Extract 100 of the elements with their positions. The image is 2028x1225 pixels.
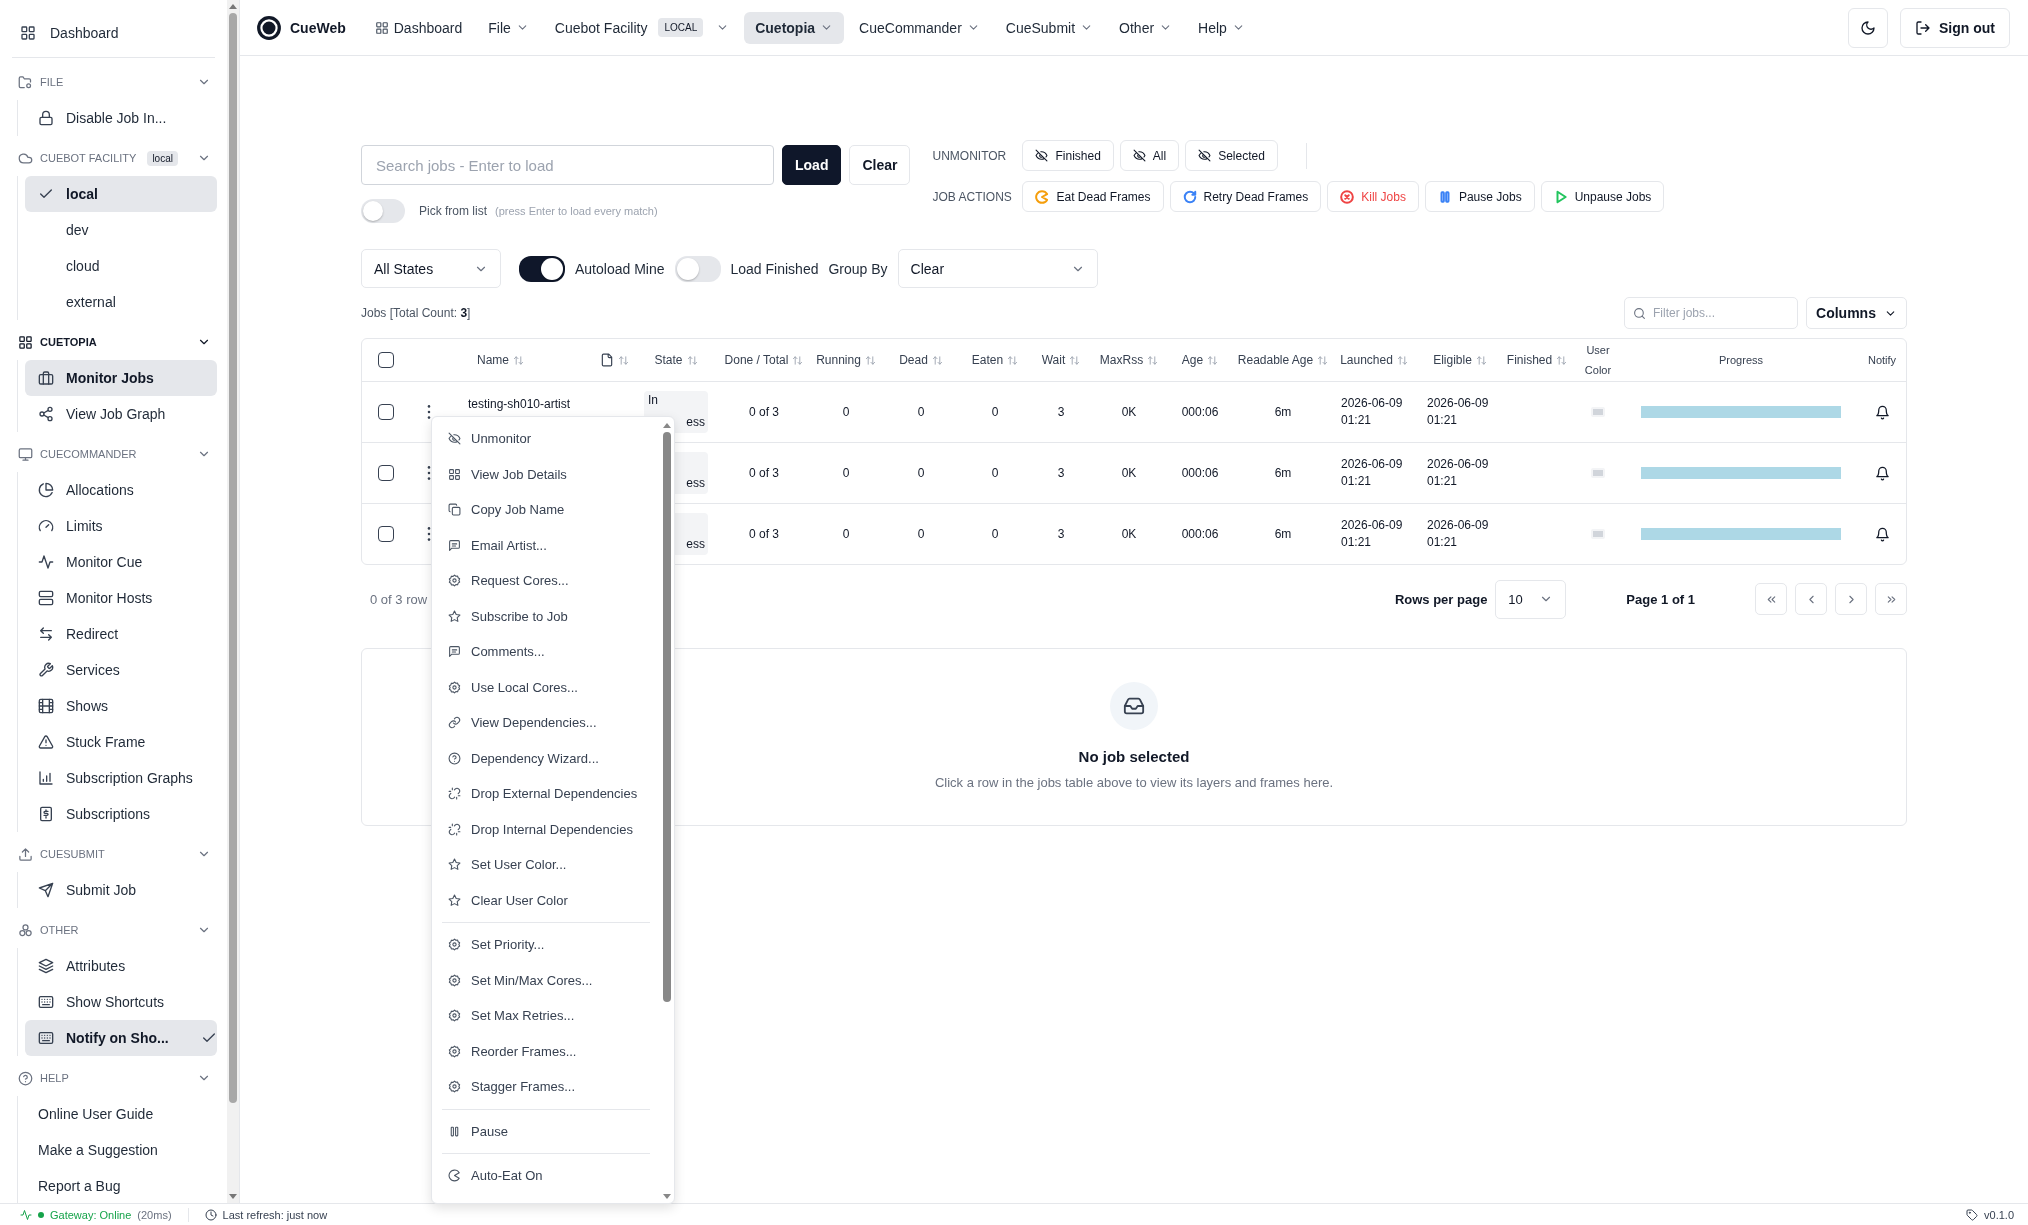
sidebar-item[interactable]: Monitor Jobs (25, 360, 217, 396)
columns-button[interactable]: Columns (1806, 297, 1907, 329)
column-header[interactable]: Launched (1340, 353, 1408, 367)
menu-item[interactable]: Pause (432, 1113, 660, 1149)
column-header[interactable]: Wait (1041, 353, 1081, 367)
sidebar-item[interactable]: Monitor Hosts (25, 580, 217, 616)
toggle-switch[interactable] (674, 255, 721, 282)
column-header[interactable]: Readable Age (1237, 353, 1329, 367)
rows-per-page-select[interactable]: 10 (1495, 579, 1567, 619)
nav-menu[interactable]: File (477, 11, 540, 44)
unmonitor-button[interactable]: Selected (1185, 140, 1278, 171)
nav-menu[interactable]: CueCommander (848, 11, 991, 44)
nav-link[interactable]: Dashboard (363, 11, 474, 44)
menu-item[interactable]: View Dependencies... (432, 705, 660, 741)
bell-icon[interactable] (1874, 404, 1890, 420)
menu-item[interactable]: Copy Job Name (432, 492, 660, 528)
nav-menu[interactable]: Cuetopia (744, 11, 845, 44)
column-header[interactable]: Finished (1506, 353, 1568, 367)
menu-item[interactable]: Set User Color... (432, 847, 660, 883)
color-swatch[interactable] (1591, 407, 1605, 417)
sidebar-item[interactable]: cloud (25, 248, 217, 284)
menu-item[interactable]: Clear User Color (432, 882, 660, 918)
filter-field[interactable]: Filter jobs... (1624, 297, 1798, 329)
column-header[interactable]: MaxRss (1099, 353, 1159, 367)
menu-item[interactable]: Unmonitor (432, 421, 660, 457)
nav-menu[interactable]: Other (1108, 11, 1184, 44)
color-swatch[interactable] (1591, 468, 1605, 478)
sidebar-item[interactable]: Online User Guide (25, 1096, 217, 1132)
unmonitor-button[interactable]: All (1119, 140, 1180, 171)
menu-item[interactable]: Use Local Cores... (432, 669, 660, 705)
menu-item[interactable]: Drop External Dependencies (432, 776, 660, 812)
state-select[interactable]: All States (361, 249, 501, 288)
menu-item[interactable]: Drop Internal Dependencies (432, 811, 660, 847)
sidebar-item[interactable]: Monitor Cue (25, 544, 217, 580)
column-header[interactable]: Eligible (1433, 353, 1487, 367)
sidebar-item[interactable]: Make a Suggestion (25, 1132, 217, 1168)
toggle-switch[interactable] (361, 199, 405, 223)
sidebar-item[interactable]: Show Shortcuts (25, 984, 217, 1020)
column-header[interactable] (599, 353, 629, 367)
menu-item[interactable]: Set Priority... (432, 927, 660, 963)
sidebar-item[interactable]: Report a Bug (25, 1168, 217, 1203)
load-button[interactable]: Load (782, 145, 842, 185)
unmonitor-button[interactable]: Finished (1022, 140, 1114, 171)
column-header[interactable]: Eaten (971, 353, 1019, 367)
bell-icon[interactable] (1874, 526, 1890, 542)
menu-item[interactable]: Subscribe to Job (432, 598, 660, 634)
job-action-button[interactable]: Eat Dead Frames (1022, 181, 1164, 212)
column-header[interactable]: Name (477, 353, 524, 367)
menu-item[interactable]: Request Cores... (432, 563, 660, 599)
sidebar-item[interactable]: Services (25, 652, 217, 688)
toggle-switch[interactable] (519, 255, 565, 282)
bell-icon[interactable] (1874, 465, 1890, 481)
group-by-select[interactable]: Clear (897, 249, 1098, 288)
sidebar-item[interactable]: Submit Job (25, 872, 217, 908)
menu-item[interactable]: View Job Details (432, 456, 660, 492)
sidebar-item[interactable]: Limits (25, 508, 217, 544)
job-action-button[interactable]: Retry Dead Frames (1169, 181, 1322, 212)
column-header[interactable]: Running (816, 353, 876, 367)
scrollbar[interactable] (227, 0, 239, 1203)
sidebar-item[interactable]: Notify on Sho... (25, 1020, 217, 1056)
menu-item[interactable]: Stagger Frames... (432, 1069, 660, 1105)
sidebar-item[interactable]: Attributes (25, 948, 217, 984)
checkbox[interactable] (378, 352, 394, 368)
menu-item[interactable]: Auto-Eat On (432, 1158, 660, 1194)
menu-item[interactable]: Dependency Wizard... (432, 740, 660, 776)
more-icon[interactable] (427, 465, 431, 481)
checkbox[interactable] (378, 465, 394, 481)
sidebar-item[interactable]: Stuck Frame (25, 724, 217, 760)
sidebar-item[interactable]: dev (25, 212, 217, 248)
app-name[interactable]: CueWeb (290, 19, 346, 36)
sidebar-item[interactable]: external (25, 284, 217, 320)
menu-item[interactable]: Set Min/Max Cores... (432, 962, 660, 998)
menu-item[interactable]: Comments... (432, 634, 660, 670)
job-action-button[interactable]: Unpause Jobs (1540, 181, 1665, 212)
theme-button[interactable] (1848, 7, 1888, 48)
column-header[interactable]: Done / Total (724, 353, 804, 367)
sidebar-item[interactable]: Subscription Graphs (25, 760, 217, 796)
sidebar-item[interactable]: local (25, 176, 217, 212)
checkbox[interactable] (378, 404, 394, 420)
sidebar-item[interactable]: Dashboard (8, 15, 217, 51)
sidebar-item[interactable]: Subscriptions (25, 796, 217, 832)
more-icon[interactable] (427, 526, 431, 542)
column-header[interactable]: Dead (899, 353, 943, 367)
menu-item[interactable]: Reorder Frames... (432, 1033, 660, 1069)
column-header[interactable]: Age (1181, 353, 1219, 367)
more-icon[interactable] (427, 404, 431, 420)
sidebar-item[interactable]: Shows (25, 688, 217, 724)
nav-menu[interactable]: Help (1187, 11, 1256, 44)
nav-menu[interactable]: Cuebot Facility LOCAL (543, 11, 741, 44)
nav-menu[interactable]: CueSubmit (994, 11, 1105, 44)
search-field[interactable]: Search jobs - Enter to load (361, 145, 774, 185)
checkbox[interactable] (378, 526, 394, 542)
logo-icon[interactable] (256, 14, 282, 41)
column-header[interactable]: State (654, 353, 698, 367)
sidebar-item[interactable]: Disable Job In... (25, 100, 217, 136)
color-swatch[interactable] (1591, 529, 1605, 539)
job-action-button[interactable]: Pause Jobs (1424, 181, 1535, 212)
menu-item[interactable]: Set Max Retries... (432, 998, 660, 1034)
sidebar-item[interactable]: View Job Graph (25, 396, 217, 432)
sign-out-button[interactable]: Sign out (1900, 7, 2010, 48)
